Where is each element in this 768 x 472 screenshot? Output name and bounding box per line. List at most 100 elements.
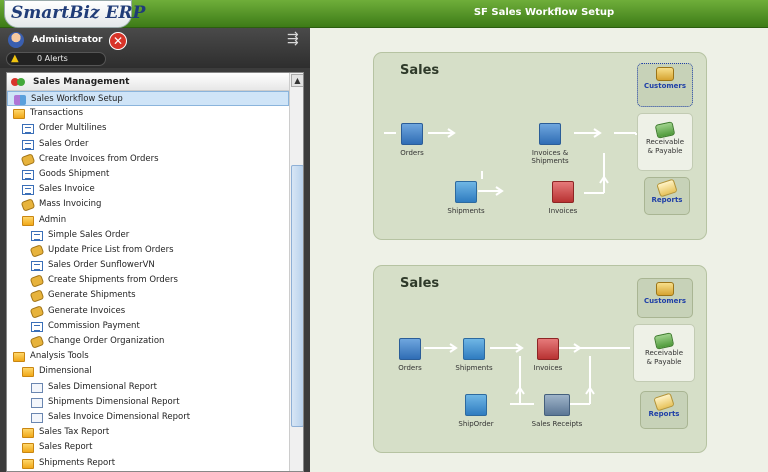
- invoices-document-icon: [537, 338, 559, 360]
- invoices-node[interactable]: Invoices: [513, 338, 583, 372]
- reports-button[interactable]: Reports: [644, 177, 690, 215]
- process-icon: [29, 304, 45, 319]
- menu-item-label: Mass Invoicing: [39, 199, 102, 210]
- app-logo[interactable]: SmartBiz ERP: [4, 0, 145, 28]
- menu-item[interactable]: Shipments Dimensional Report: [7, 395, 289, 410]
- menu-item[interactable]: Mass Invoicing: [7, 197, 289, 213]
- menu-item-label: Commission Payment: [48, 320, 140, 331]
- menu-item[interactable]: Goods Shipment: [7, 167, 289, 182]
- user-icon: [8, 32, 24, 48]
- process-icon: [29, 335, 45, 349]
- shipments-label: Shipments: [455, 364, 493, 372]
- menu-item-label: Create Invoices from Orders: [39, 153, 159, 164]
- invoices-label: Invoices: [533, 364, 563, 372]
- customers-bag-icon: [656, 282, 674, 296]
- menu-item[interactable]: Generate Invoices: [7, 304, 289, 319]
- menu-item[interactable]: Sales Dimensional Report: [7, 380, 289, 395]
- user-bar: Administrator ✕ ⇶ ▲ 0 Alerts: [0, 28, 310, 68]
- receivable-payable-button[interactable]: Receivable & Payable: [637, 113, 693, 171]
- menu-item[interactable]: Sales Invoice Dimensional Report: [7, 410, 289, 425]
- app-window: SmartBiz ERP SF Sales Workflow Setup Adm…: [0, 0, 768, 472]
- menu-item[interactable]: Sales Report: [7, 440, 289, 455]
- menu-item[interactable]: Generate Shipments: [7, 288, 289, 304]
- menu-item-label: Sales Dimensional Report: [48, 381, 157, 392]
- receivable-payable-button[interactable]: Receivable & Payable: [633, 324, 695, 382]
- menu-item[interactable]: Create Shipments from Orders: [7, 273, 289, 289]
- menu-item[interactable]: Sales Tax Report: [7, 425, 289, 440]
- top-bar: SmartBiz ERP SF Sales Workflow Setup: [0, 0, 768, 28]
- menu-item-label: Goods Shipment: [39, 168, 110, 179]
- menu-item-label: Admin: [39, 214, 67, 225]
- user-name[interactable]: Administrator: [32, 35, 102, 45]
- menu-item[interactable]: Commission Payment: [7, 319, 289, 334]
- process-icon: [29, 289, 45, 304]
- menu-section-label: Sales Management: [33, 77, 130, 87]
- reports-icon: [653, 392, 675, 412]
- invoices-shipments-node[interactable]: Invoices & Shipments: [515, 123, 585, 165]
- reports-icon: [656, 178, 678, 198]
- menu-item-label: Generate Invoices: [48, 305, 126, 316]
- customers-button[interactable]: Customers: [637, 63, 693, 107]
- process-icon: [29, 274, 45, 289]
- form-icon: [31, 261, 43, 272]
- menu-item[interactable]: Shipments Report: [7, 456, 289, 471]
- logout-icon[interactable]: ✕: [109, 32, 127, 50]
- menu-item-label: Sales Order SunflowerVN: [48, 260, 155, 271]
- orders-label: Orders: [398, 364, 422, 372]
- menu-item-label: Sales Workflow Setup: [31, 94, 123, 104]
- menu-item-label: Change Order Organization: [48, 336, 165, 346]
- folder-icon: [22, 428, 34, 439]
- form-icon: [22, 185, 34, 196]
- menu-item-label: Sales Report: [39, 442, 93, 453]
- process-icon: [20, 152, 36, 167]
- folder-icon: [22, 458, 34, 469]
- shiporder-node[interactable]: ShipOrder: [441, 394, 511, 428]
- orders-label: Orders: [400, 149, 424, 157]
- customers-button[interactable]: Customers: [637, 278, 693, 318]
- menu-tree: Sales Workflow Setup Transactions Order Mu…: [7, 91, 289, 471]
- invoices-document-icon: [552, 181, 574, 203]
- menu-item[interactable]: Create Invoices from Orders: [7, 152, 289, 167]
- workflow-icon: [14, 95, 26, 105]
- menu-item-label: Generate Shipments: [48, 290, 136, 301]
- reports-button[interactable]: Reports: [640, 391, 688, 429]
- menu-item[interactable]: Sales Invoice: [7, 182, 289, 197]
- alerts-count: 0 Alerts: [37, 54, 68, 63]
- menu-scrollbar[interactable]: ▲: [289, 73, 303, 471]
- menu-section-header[interactable]: Sales Management: [7, 73, 289, 91]
- menu-item[interactable]: Simple Sales Order: [7, 228, 289, 243]
- sales-receipts-node[interactable]: Sales Receipts: [522, 394, 592, 428]
- scrollbar-thumb[interactable]: [291, 165, 303, 427]
- menu-item-label: Shipments Report: [39, 457, 116, 468]
- menu-item-label: Dimensional: [39, 366, 92, 377]
- menu-item-label: Sales Tax Report: [39, 427, 110, 438]
- folder-icon: [13, 109, 25, 120]
- orders-node[interactable]: Orders: [375, 338, 445, 372]
- folder-icon: [13, 352, 25, 363]
- alerts-badge[interactable]: ▲ 0 Alerts: [6, 52, 106, 66]
- menu-item[interactable]: Sales Order: [7, 137, 289, 152]
- invoices-node[interactable]: Invoices: [528, 181, 598, 215]
- menu-item[interactable]: Admin: [7, 213, 289, 228]
- customers-label: Customers: [643, 297, 687, 305]
- menu-item[interactable]: Sales Order SunflowerVN: [7, 258, 289, 273]
- menu-item[interactable]: Sales Workflow Setup: [7, 91, 289, 107]
- collapse-menu-icon[interactable]: ⇶: [287, 32, 303, 48]
- menu-item[interactable]: Update Price List from Orders: [7, 243, 289, 258]
- shipments-label: Shipments: [447, 207, 485, 215]
- folder-icon: [22, 215, 34, 226]
- menu-item[interactable]: Order Multilines: [7, 121, 289, 136]
- menu-item[interactable]: Analysis Tools: [7, 349, 289, 364]
- menu-item-label: Shipments Dimensional Report: [48, 396, 180, 407]
- scroll-up-arrow-icon[interactable]: ▲: [291, 74, 303, 87]
- money-icon: [653, 332, 675, 350]
- shipments-node[interactable]: Shipments: [439, 338, 509, 372]
- menu-item[interactable]: Transactions: [7, 106, 289, 121]
- invoices-shipments-label: Invoices & Shipments: [531, 149, 569, 165]
- shipments-node[interactable]: Shipments: [431, 181, 501, 215]
- menu-item[interactable]: Dimensional: [7, 364, 289, 379]
- menu-item[interactable]: Change Order Organization: [7, 334, 289, 349]
- report-icon: [31, 412, 43, 423]
- receivable-label: Receivable: [645, 138, 685, 146]
- orders-node[interactable]: Orders: [377, 123, 447, 157]
